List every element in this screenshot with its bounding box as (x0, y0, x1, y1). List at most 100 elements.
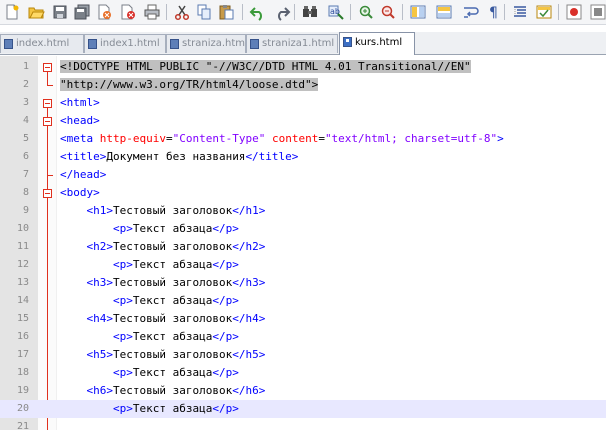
line-number: 6 (22, 151, 29, 162)
zoom-in-icon[interactable] (359, 5, 373, 19)
sync-vertical-icon[interactable] (410, 5, 426, 19)
code-text: <title>Документ без названия</title> (60, 148, 298, 166)
token-tag: <h1> (86, 204, 114, 217)
undo-icon[interactable] (249, 7, 262, 21)
code-line[interactable]: 3 <html> (0, 94, 606, 112)
line-number: 10 (16, 223, 29, 234)
line-number: 15 (16, 313, 29, 324)
save-all-icon[interactable] (74, 4, 90, 20)
sync-horizontal-icon[interactable] (436, 5, 452, 19)
close-all-icon[interactable] (121, 4, 135, 20)
code-line[interactable]: 18 <p>Текст абзаца</p> (0, 364, 606, 382)
selected-text: <!DOCTYPE HTML PUBLIC "-//W3C//DTD HTML … (60, 60, 471, 73)
toolbar-separator (558, 4, 559, 20)
toolbar-separator (402, 4, 403, 20)
redo-icon[interactable] (278, 7, 291, 21)
token-tag: <p> (112, 258, 133, 271)
code-text: <p>Текст абзаца</p> (60, 328, 239, 346)
token-tag: </p> (212, 258, 239, 271)
new-file-icon[interactable] (6, 4, 19, 20)
tab-index-html[interactable]: index.html (0, 34, 84, 53)
open-file-icon[interactable] (28, 7, 45, 19)
code-line[interactable]: 11 <h2>Тестовый заголовок</h2> (0, 238, 606, 256)
print-icon[interactable] (144, 4, 160, 20)
token-tag: </p> (212, 366, 239, 379)
indent-guide-icon[interactable] (514, 6, 526, 17)
code-line[interactable]: 2 "http://www.w3.org/TR/html4/loose.dtd"> (0, 76, 606, 94)
token-txt: Текст абзаца (132, 402, 213, 415)
code-line[interactable]: 14 <p>Текст абзаца</p> (0, 292, 606, 310)
code-line[interactable]: 5 <meta http-equiv="Content-Type" content… (0, 130, 606, 148)
tab-bar: index.html index1.html straniza.html strani… (0, 32, 606, 55)
code-line[interactable]: 8 <body> (0, 184, 606, 202)
token-tag: > (497, 132, 504, 145)
code-line[interactable]: 17 <h5>Тестовый заголовок</h5> (0, 346, 606, 364)
show-all-chars-icon[interactable]: ¶ (489, 5, 498, 21)
find-icon[interactable] (303, 6, 317, 17)
toolbar-separator (242, 4, 243, 20)
line-number: 20 (16, 403, 29, 414)
code-line[interactable]: 4 <head> (0, 112, 606, 130)
zoom-out-icon[interactable] (381, 5, 395, 19)
tab-straniza1-html[interactable]: straniza1.html (246, 34, 338, 53)
token-txt: Тестовый заголовок (113, 384, 233, 397)
code-line[interactable]: 19 <h6>Тестовый заголовок</h6> (0, 382, 606, 400)
line-number: 14 (16, 295, 29, 306)
token-txt: Текст абзаца (132, 294, 213, 307)
line-number: 8 (22, 187, 29, 198)
tab-index1-html[interactable]: index1.html (84, 34, 166, 53)
paste-icon[interactable] (219, 5, 234, 20)
token-tag: </h4> (232, 312, 266, 325)
svg-text:¶: ¶ (489, 5, 498, 21)
replace-icon[interactable]: ab (328, 5, 344, 20)
code-text: "http://www.w3.org/TR/html4/loose.dtd"> (60, 76, 319, 94)
toolbar-separator (350, 4, 351, 20)
code-line[interactable]: 21 (0, 418, 606, 436)
token-tag: <head> (60, 114, 100, 127)
close-icon[interactable] (98, 4, 111, 20)
copy-icon[interactable] (197, 4, 211, 20)
token-txt: = (318, 132, 325, 145)
token-tag: <p> (112, 294, 133, 307)
token-tag: </h5> (232, 348, 266, 361)
save-icon[interactable] (53, 5, 67, 19)
code-line[interactable]: 20 <p>Текст абзаца</p> (0, 400, 606, 418)
tab-straniza-html[interactable]: straniza.html (166, 34, 246, 53)
token-txt: Текст абзаца (132, 258, 213, 271)
cut-icon[interactable] (174, 5, 190, 21)
line-number: 13 (16, 277, 29, 288)
code-line[interactable]: 9 <h1>Тестовый заголовок</h1> (0, 202, 606, 220)
stop-macro-icon[interactable] (590, 4, 606, 20)
code-line[interactable]: 13 <h3>Тестовый заголовок</h3> (0, 274, 606, 292)
line-number: 1 (22, 61, 29, 72)
token-txt: Тестовый заголовок (113, 348, 233, 361)
user-lang-icon[interactable] (536, 5, 552, 19)
token-txt: Тестовый заголовок (113, 240, 233, 253)
token-tag: <p> (112, 222, 133, 235)
token-tag: <h6> (86, 384, 114, 397)
code-line[interactable]: 15 <h4>Тестовый заголовок</h4> (0, 310, 606, 328)
line-number: 2 (22, 79, 29, 90)
tab-label: index.html (16, 38, 70, 49)
code-line[interactable]: 6 <title>Документ без названия</title> (0, 148, 606, 166)
toolbar: ab ¶ (0, 0, 606, 25)
token-attr: http-equiv (99, 132, 166, 145)
token-tag: </h6> (232, 384, 266, 397)
token-tag: <h5> (86, 348, 114, 361)
code-line[interactable]: 1 <!DOCTYPE HTML PUBLIC "-//W3C//DTD HTML… (0, 58, 606, 76)
code-line[interactable]: 7 </head> (0, 166, 606, 184)
code-line[interactable]: 16 <p>Текст абзаца</p> (0, 328, 606, 346)
record-macro-icon[interactable] (566, 4, 582, 20)
word-wrap-icon[interactable] (464, 7, 479, 18)
code-line[interactable]: 10 <p>Текст абзаца</p> (0, 220, 606, 238)
tab-kurs-html[interactable]: kurs.html (339, 32, 415, 55)
token-tag: <p> (112, 330, 133, 343)
tab-label: straniza1.html (262, 38, 335, 49)
code-line[interactable]: 12 <p>Текст абзаца</p> (0, 256, 606, 274)
code-editor[interactable]: 1 <!DOCTYPE HTML PUBLIC "-//W3C//DTD HTML… (0, 56, 606, 432)
toolbar-separator (166, 4, 167, 20)
